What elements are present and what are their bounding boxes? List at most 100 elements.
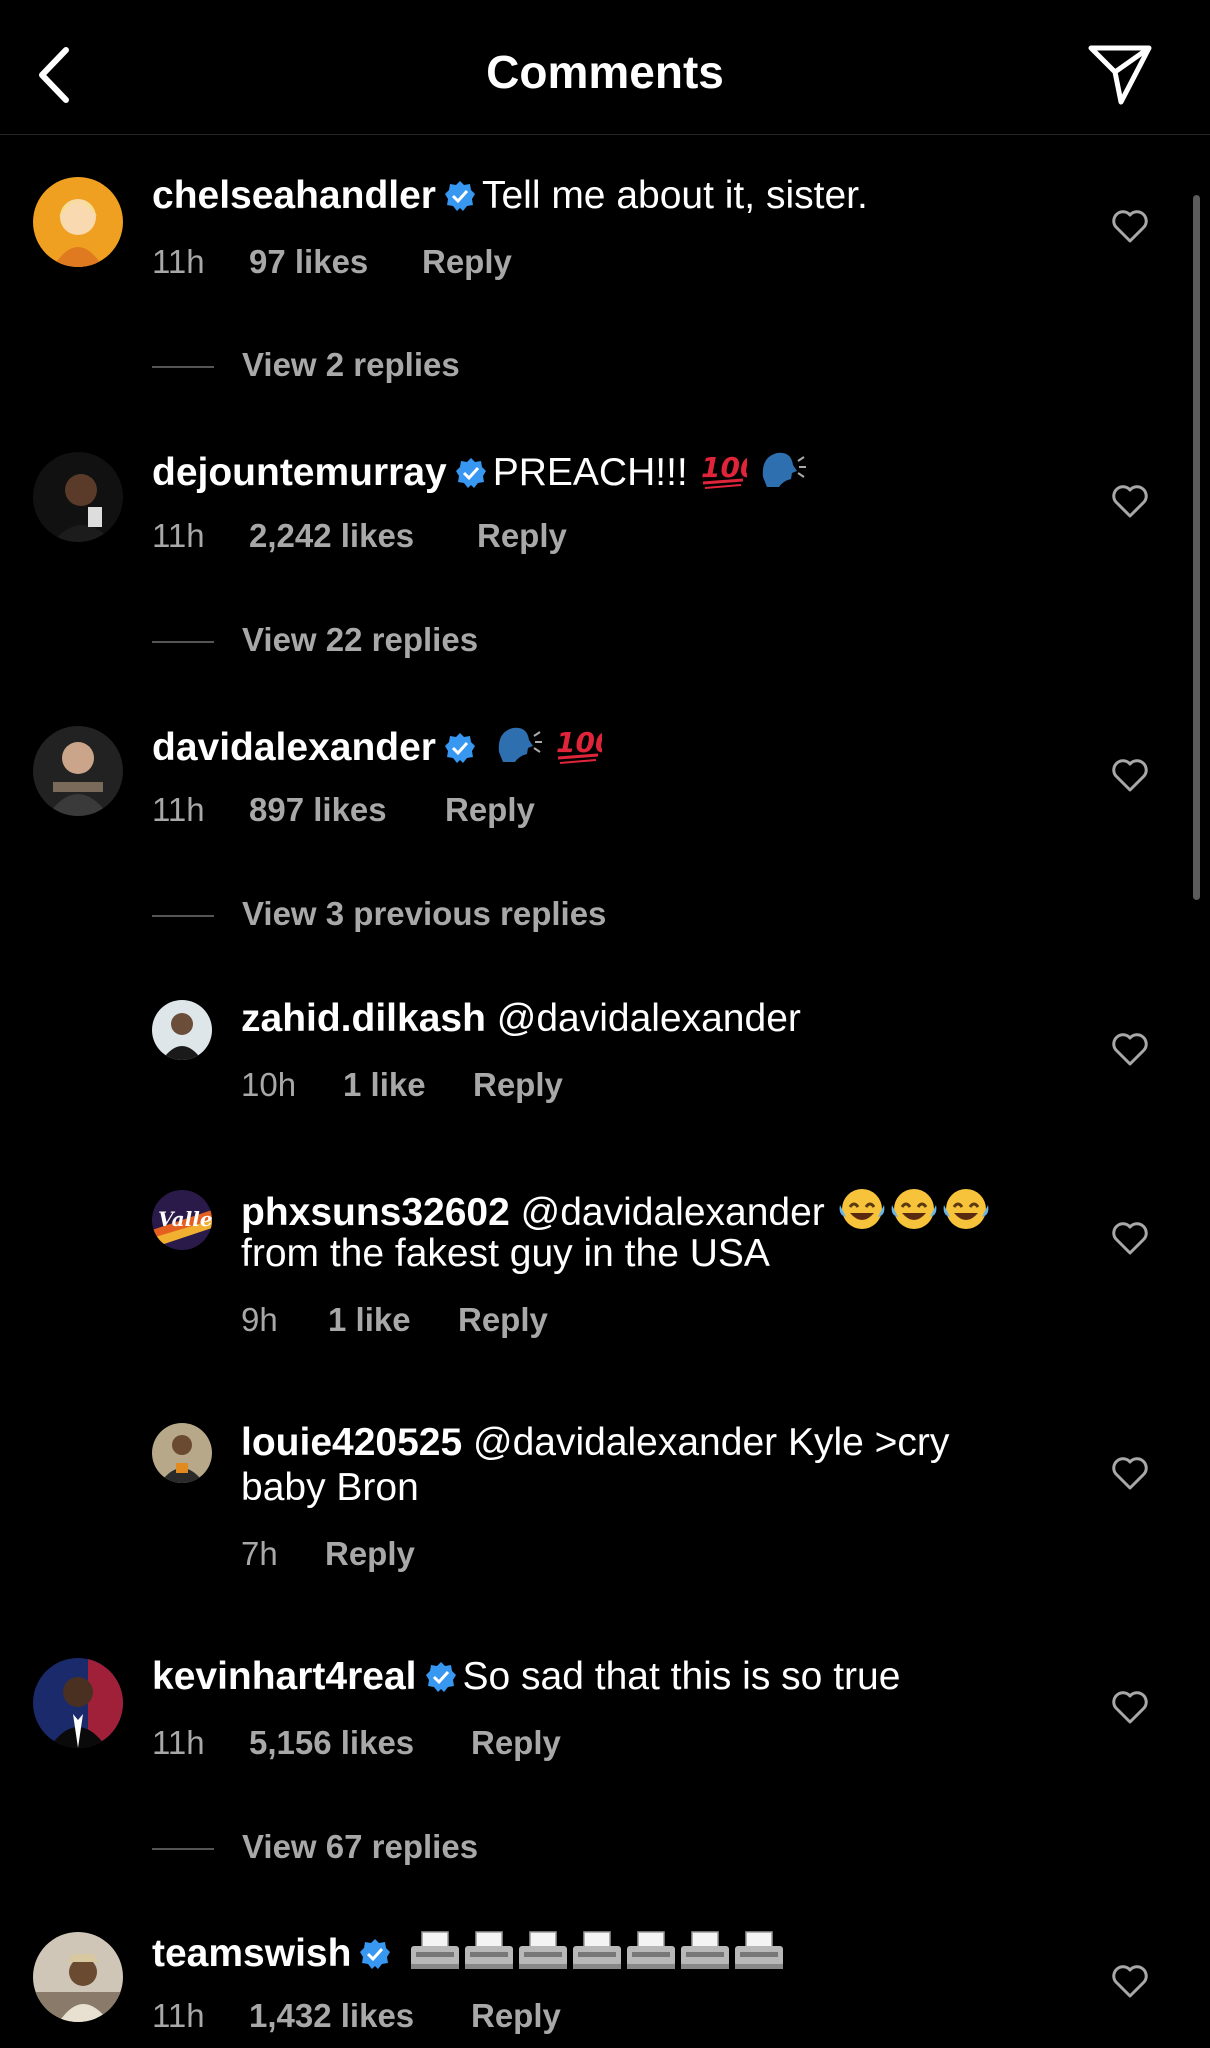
avatar[interactable] bbox=[33, 177, 123, 267]
fax-machine-icon bbox=[627, 1931, 676, 1969]
view-replies-label[interactable]: View 22 replies bbox=[242, 621, 478, 658]
reply-text-continued: from the fakest guy in the USA bbox=[241, 1232, 770, 1275]
heart-icon[interactable] bbox=[1110, 1030, 1150, 1070]
reply-button[interactable]: Reply bbox=[473, 1065, 563, 1105]
view-replies-label[interactable]: View 67 replies bbox=[242, 1828, 478, 1865]
comment-likes[interactable]: 2,242 likes bbox=[249, 516, 477, 556]
heart-icon[interactable] bbox=[1110, 1219, 1150, 1259]
comment-time: 11h bbox=[152, 791, 205, 828]
reply-button[interactable]: Reply bbox=[477, 516, 567, 556]
page-title: Comments bbox=[486, 46, 724, 98]
comment-meta: 11h 2,242 likes Reply bbox=[152, 516, 567, 556]
view-replies-label[interactable]: View 2 replies bbox=[242, 346, 460, 383]
reply-button[interactable]: Reply bbox=[471, 1723, 561, 1763]
comment-text-line: chelseahandler Tell me about it, sister. bbox=[152, 173, 868, 219]
comment-text: PREACH!!! bbox=[492, 451, 688, 494]
reply-meta: 7h Reply bbox=[241, 1534, 415, 1574]
heart-icon[interactable] bbox=[1110, 1454, 1150, 1494]
verified-badge-icon bbox=[444, 181, 475, 211]
comment-meta: 11h 97 likes Reply bbox=[152, 242, 512, 282]
avatar[interactable] bbox=[33, 452, 123, 542]
divider bbox=[152, 1848, 214, 1851]
view-replies-button[interactable]: View 22 replies bbox=[152, 620, 478, 660]
comment-text: Tell me about it, sister. bbox=[481, 174, 868, 217]
reply-button[interactable]: Reply bbox=[325, 1534, 415, 1574]
reply-text: @davidalexander bbox=[520, 1191, 825, 1234]
reply-text: @davidalexander Kyle >cry bbox=[473, 1421, 950, 1464]
fax-machine-icon bbox=[573, 1931, 622, 1969]
reply-button[interactable]: Reply bbox=[422, 242, 512, 282]
comment-time: 11h bbox=[152, 517, 205, 554]
heart-icon[interactable] bbox=[1110, 756, 1150, 796]
speaking-head-icon bbox=[498, 727, 542, 762]
reply-text-continued: baby Bron bbox=[241, 1466, 419, 1509]
reply-likes[interactable]: 1 like bbox=[328, 1300, 458, 1340]
avatar[interactable] bbox=[152, 1000, 212, 1060]
heart-icon[interactable] bbox=[1110, 1962, 1150, 2002]
avatar[interactable] bbox=[152, 1423, 212, 1483]
comment-text-line: dejountemurray PREACH!!! 100 bbox=[152, 447, 807, 496]
reply-button[interactable]: Reply bbox=[471, 1996, 561, 2036]
divider bbox=[152, 366, 214, 369]
view-replies-button[interactable]: View 3 previous replies bbox=[152, 894, 606, 934]
divider bbox=[152, 915, 214, 918]
reply-text-line: zahid.dilkash @davidalexander bbox=[241, 996, 801, 1042]
fax-machine-icon bbox=[519, 1931, 568, 1969]
laughing-tears-icon bbox=[891, 1189, 937, 1229]
reply-text-line: phxsuns32602 @davidalexander bbox=[241, 1185, 992, 1236]
verified-badge-icon bbox=[360, 1939, 391, 1969]
comment-time: 11h bbox=[152, 1724, 205, 1761]
comment-meta: 11h 5,156 likes Reply bbox=[152, 1723, 561, 1763]
reply-username[interactable]: phxsuns32602 bbox=[241, 1191, 510, 1234]
heart-icon[interactable] bbox=[1110, 207, 1150, 247]
comment-likes[interactable]: 897 likes bbox=[249, 790, 445, 830]
svg-text:Valle: Valle bbox=[158, 1207, 212, 1231]
avatar[interactable] bbox=[33, 1658, 123, 1748]
comment-time: 11h bbox=[152, 243, 205, 280]
speaking-head-icon bbox=[763, 452, 807, 487]
comment-text: So sad that this is so true bbox=[462, 1655, 901, 1698]
view-replies-button[interactable]: View 67 replies bbox=[152, 1827, 478, 1867]
view-replies-button[interactable]: View 2 replies bbox=[152, 345, 460, 385]
comment-likes[interactable]: 97 likes bbox=[249, 242, 422, 282]
comment-username[interactable]: dejountemurray bbox=[152, 451, 447, 494]
reply-button[interactable]: Reply bbox=[445, 790, 535, 830]
comment-likes[interactable]: 5,156 likes bbox=[249, 1723, 471, 1763]
fax-machine-icon bbox=[681, 1931, 730, 1969]
comment-text-line: teamswish bbox=[152, 1928, 786, 1977]
comment-likes[interactable]: 1,432 likes bbox=[249, 1996, 471, 2036]
comment-username[interactable]: teamswish bbox=[152, 1932, 351, 1975]
reply-username[interactable]: zahid.dilkash bbox=[241, 997, 486, 1040]
laughing-tears-icon bbox=[839, 1189, 885, 1229]
hundred-points-icon: 100 bbox=[701, 451, 747, 489]
comment-time: 11h bbox=[152, 1997, 205, 2034]
fax-machine-icon bbox=[735, 1931, 784, 1969]
fax-machine-icon bbox=[411, 1931, 460, 1969]
reply-time: 10h bbox=[241, 1066, 297, 1103]
reply-username[interactable]: louie420525 bbox=[241, 1421, 462, 1464]
laughing-tears-icon bbox=[943, 1189, 989, 1229]
avatar[interactable] bbox=[33, 1932, 123, 2022]
view-replies-label[interactable]: View 3 previous replies bbox=[242, 895, 606, 932]
hundred-points-icon: 100 bbox=[556, 726, 602, 764]
verified-badge-icon bbox=[425, 1662, 456, 1692]
comment-meta: 11h 897 likes Reply bbox=[152, 790, 535, 830]
reply-text-line: louie420525 @davidalexander Kyle >cry bbox=[241, 1420, 949, 1466]
avatar[interactable]: Valle bbox=[152, 1190, 212, 1250]
avatar[interactable] bbox=[33, 726, 123, 816]
reply-likes[interactable]: 1 like bbox=[343, 1065, 473, 1105]
heart-icon[interactable] bbox=[1110, 482, 1150, 522]
verified-badge-icon bbox=[455, 458, 486, 488]
reply-text: @davidalexander bbox=[496, 997, 801, 1040]
comment-meta: 11h 1,432 likes Reply bbox=[152, 1996, 561, 2036]
divider bbox=[152, 641, 214, 644]
comment-username[interactable]: davidalexander bbox=[152, 726, 436, 769]
scrollbar[interactable] bbox=[1193, 195, 1200, 900]
verified-badge-icon bbox=[444, 733, 475, 763]
reply-button[interactable]: Reply bbox=[458, 1300, 548, 1340]
comment-username[interactable]: kevinhart4real bbox=[152, 1655, 417, 1698]
paper-plane-icon[interactable] bbox=[1085, 38, 1155, 108]
comment-username[interactable]: chelseahandler bbox=[152, 174, 436, 217]
heart-icon[interactable] bbox=[1110, 1688, 1150, 1728]
comment-text-line: davidalexander 100 bbox=[152, 722, 602, 771]
